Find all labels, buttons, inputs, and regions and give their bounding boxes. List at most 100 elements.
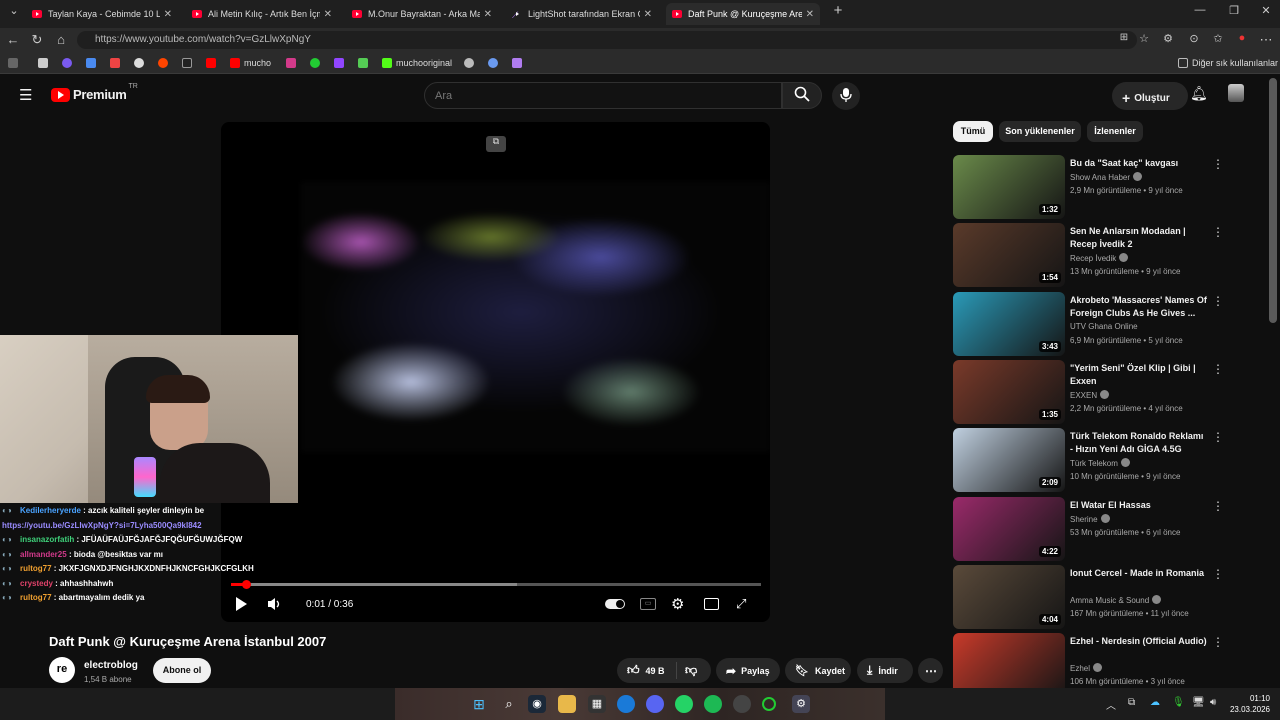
video-title[interactable]: Akrobeto 'Massacres' Names Of Foreign Cl…	[1070, 294, 1208, 320]
more-options-icon[interactable]: ⋮	[1212, 635, 1224, 649]
settings-app-icon[interactable]: ⚙	[792, 695, 810, 713]
network-icon[interactable]: 🖥︎	[1192, 697, 1205, 708]
video-title[interactable]: Ezhel - Nerdesin (Official Audio)	[1070, 635, 1208, 648]
fullscreen-icon[interactable]: ⤢	[736, 596, 746, 612]
spotify-icon[interactable]	[704, 695, 722, 713]
more-options-icon[interactable]: ⋮	[1212, 362, 1224, 376]
windows-start-icon[interactable]: ⊞	[470, 695, 488, 713]
tray-icon[interactable]: ⧉	[1128, 697, 1135, 708]
video-thumbnail[interactable]: 4:04	[953, 564, 1065, 629]
minimize-icon[interactable]: —	[1190, 4, 1210, 16]
more-options-icon[interactable]: ⋮	[1212, 294, 1224, 308]
video-channel[interactable]: Show Ana Haber	[1070, 172, 1143, 182]
tab-close-icon[interactable]: ✕	[164, 9, 172, 20]
edge-icon[interactable]	[617, 695, 635, 713]
save-button[interactable]: 🔖︎ Kaydet	[785, 658, 851, 683]
like-button[interactable]: 👍︎ 49 B	[617, 662, 677, 679]
subtitles-icon[interactable]: ▭	[640, 598, 656, 610]
recommended-video[interactable]: 1:32 Bu da "Saat kaç" kavgası Show Ana Hab…	[953, 155, 1253, 219]
recommended-video[interactable]: 1:54 Sen Ne Anlarsın Modadan | Recep İved…	[953, 223, 1253, 288]
chip-watched[interactable]: İzlenenler	[1087, 121, 1143, 142]
more-options-icon[interactable]: ⋮	[1212, 499, 1224, 513]
video-thumbnail[interactable]: 3:43	[953, 291, 1065, 356]
account-avatar[interactable]	[1228, 84, 1244, 102]
address-field[interactable]: https://www.youtube.com/watch?v=GzLlwXpN…	[77, 31, 1137, 49]
browser-tab[interactable]: M.Onur Bayraktan - Arka Mahalle ✕	[346, 3, 498, 25]
recommended-video[interactable]: 4:04 Ionut Cercel - Made in Romania Amma M…	[953, 564, 1253, 629]
youtube-logo[interactable]: Premium TR	[51, 83, 138, 102]
video-title[interactable]: Türk Telekom Ronaldo Reklamı - Hızın Yen…	[1070, 430, 1208, 456]
onedrive-icon[interactable]: ☁	[1150, 697, 1160, 708]
reddit-icon[interactable]	[158, 56, 172, 70]
video-channel[interactable]: EXXEN	[1070, 389, 1110, 400]
browser-tab[interactable]: ⟋ LightShot tarafından Ekran Görün ✕	[506, 3, 658, 25]
bookmark-icon[interactable]	[358, 56, 372, 70]
menu-icon[interactable]: ⋯	[1258, 32, 1274, 48]
video-thumbnail[interactable]: 1:54	[953, 223, 1065, 288]
recommended-video[interactable]: 4:22 El Watar El Hassas Sherine 53 Mn görün…	[953, 496, 1253, 561]
bookmark-icon[interactable]	[488, 56, 502, 70]
notifications-bell-icon[interactable]: 🔔︎	[1190, 85, 1208, 102]
bookmark-icon[interactable]	[86, 56, 100, 70]
steam-icon[interactable]: ◉	[528, 695, 546, 713]
recommended-video[interactable]: 3:43 Akrobeto 'Massacres' Names Of Foreig…	[953, 291, 1253, 356]
other-favorites-folder[interactable]: Diğer sık kullanılanlar	[1178, 56, 1278, 70]
chip-all[interactable]: Tümü	[953, 121, 993, 142]
more-options-icon[interactable]: ⋮	[1212, 157, 1224, 171]
video-thumbnail[interactable]: 4:22	[953, 496, 1065, 561]
mic-tray-icon[interactable]: 🎙︎	[1172, 697, 1185, 708]
tray-overflow-icon[interactable]: ︿	[1106, 697, 1116, 712]
video-channel[interactable]: Türk Telekom	[1070, 458, 1130, 468]
favorite-star-icon[interactable]: ☆	[1136, 32, 1152, 45]
recommended-video[interactable]: 1:35 "Yerim Seni" Özel Klip | Gibi | Exxe…	[953, 359, 1253, 424]
collections-icon[interactable]: ⊙	[1186, 32, 1202, 45]
close-window-icon[interactable]: ✕	[1256, 4, 1276, 17]
discord-icon[interactable]	[646, 695, 664, 713]
tab-close-icon[interactable]: ✕	[644, 9, 652, 20]
chip-recent[interactable]: Son yüklenenler	[999, 121, 1081, 142]
hamburger-menu-icon[interactable]: ☰	[19, 86, 32, 104]
video-player[interactable]: ⧉ 0:01 / 0:36 ▭ ⚙ ⤢	[221, 122, 770, 622]
more-options-icon[interactable]: ⋮	[1212, 430, 1224, 444]
voice-search-button[interactable]	[832, 82, 860, 110]
download-button[interactable]: ⤓ İndir	[857, 658, 913, 683]
video-title[interactable]: "Yerim Seni" Özel Klip | Gibi | Exxen	[1070, 362, 1208, 388]
video-channel[interactable]: UTV Ghana Online	[1070, 322, 1138, 331]
reader-icon[interactable]: ⊞	[1116, 32, 1132, 43]
system-clock[interactable]: 01:10 23.03.2026	[1228, 693, 1270, 715]
whatsapp-taskbar-icon[interactable]	[675, 695, 693, 713]
browser-tab[interactable]: Taylan Kaya - Cebimde 10 Liram V ✕	[26, 3, 178, 25]
subscribe-button[interactable]: Abone ol	[153, 658, 211, 683]
create-button[interactable]: + Oluştur	[1112, 82, 1188, 110]
video-thumbnail[interactable]: 2:09	[953, 428, 1065, 493]
bookmark-mucho[interactable]: mucho	[230, 56, 271, 70]
x-icon[interactable]	[182, 56, 196, 70]
extensions-icon[interactable]: ⚙	[1160, 32, 1176, 45]
app-icon[interactable]	[762, 697, 776, 711]
search-button[interactable]	[782, 82, 822, 109]
twitch-icon[interactable]	[334, 56, 348, 70]
bookmark-icon[interactable]	[38, 56, 52, 70]
favorites-icon[interactable]: ✩	[1210, 32, 1226, 45]
tab-actions-icon[interactable]: ⌄	[4, 4, 24, 17]
gmail-icon[interactable]	[110, 56, 124, 70]
video-title[interactable]: Sen Ne Anlarsın Modadan | Recep İvedik 2	[1070, 225, 1208, 251]
share-button[interactable]: ➦ Paylaş	[716, 658, 780, 683]
browser-tab[interactable]: Ali Metin Kılıç - Artık Ben İçmiyoru ✕	[186, 3, 338, 25]
bookmark-icon[interactable]	[464, 56, 478, 70]
store-icon[interactable]: ▦	[588, 695, 606, 713]
sidebar-toggle-icon[interactable]	[8, 56, 22, 70]
chrome-icon[interactable]	[134, 56, 148, 70]
tab-close-icon[interactable]: ✕	[806, 9, 814, 20]
video-channel[interactable]: Amma Music & Sound	[1070, 594, 1162, 605]
browser-tab[interactable]: Daft Punk @ Kuruçeşme Arena İstanbul ✕	[666, 3, 820, 25]
video-title[interactable]: Bu da "Saat kaç" kavgası	[1070, 157, 1208, 170]
speaker-icon[interactable]: 🔊︎	[1210, 697, 1216, 708]
page-scrollbar[interactable]	[1269, 78, 1277, 323]
whatsapp-icon[interactable]	[310, 56, 324, 70]
search-input[interactable]: Ara	[424, 82, 782, 109]
refresh-icon[interactable]: ↻	[29, 32, 45, 48]
channel-name[interactable]: electroblog	[84, 660, 138, 671]
file-explorer-icon[interactable]	[558, 695, 576, 713]
profile-icon[interactable]: ●	[1234, 32, 1250, 44]
